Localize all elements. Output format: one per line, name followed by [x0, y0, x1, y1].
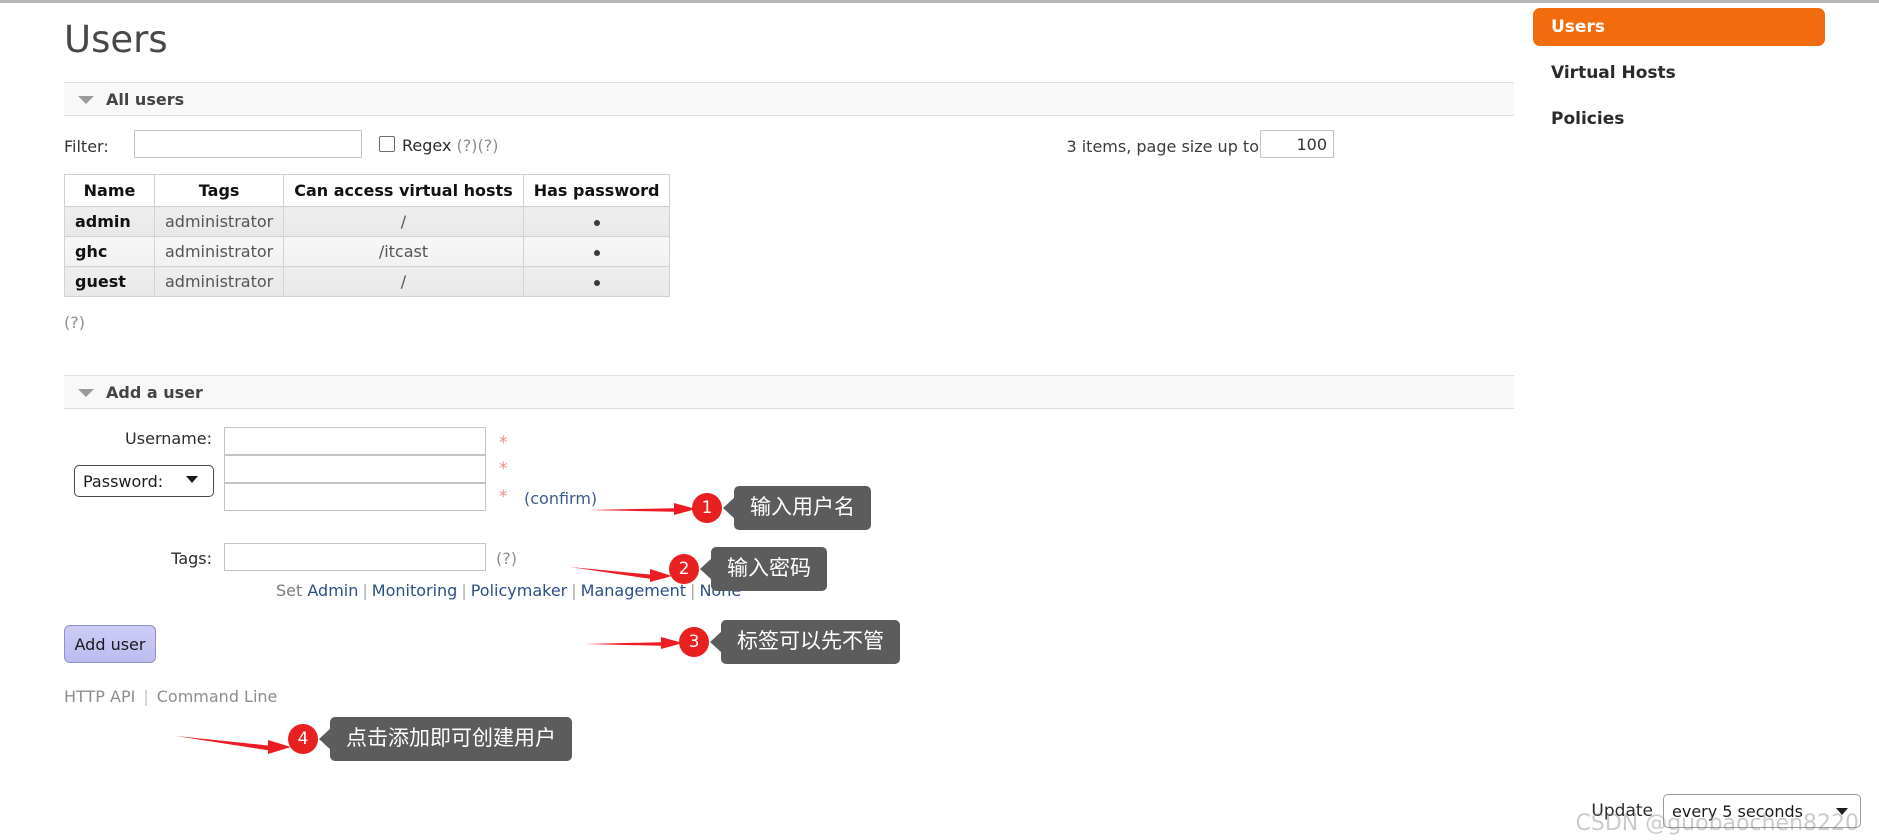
annotation-text: 点击添加即可创建用户	[330, 717, 572, 761]
annotation-number: 4	[288, 724, 318, 754]
tag-set-word: Set	[276, 581, 303, 600]
page-title: Users	[64, 18, 168, 61]
password-confirm-text: (confirm)	[524, 489, 598, 508]
column-header-vhosts[interactable]: Can access virtual hosts	[283, 174, 524, 207]
column-header-tags[interactable]: Tags	[153, 174, 285, 207]
cell-user-name[interactable]: guest	[64, 266, 155, 297]
username-required-marker: *	[499, 433, 508, 453]
cell-user-has-password	[522, 266, 671, 297]
cell-user-name[interactable]: ghc	[64, 236, 155, 267]
tags-help-marker[interactable]: (?)	[496, 549, 517, 568]
section-header-all-users[interactable]: All users	[64, 82, 1514, 116]
section-header-add-user[interactable]: Add a user	[64, 375, 1514, 409]
password-required-marker: *	[499, 459, 508, 479]
cell-user-vhosts: /itcast	[283, 236, 524, 267]
password-confirm-input[interactable]	[224, 483, 486, 511]
update-interval-value: every 5 seconds	[1672, 801, 1803, 821]
section-header-all-users-label: All users	[106, 89, 185, 109]
chevron-down-icon	[1836, 808, 1848, 815]
sidebar-nav: Users Virtual Hosts Policies	[1533, 8, 1833, 146]
table-row[interactable]: admin administrator /	[64, 206, 671, 237]
annotation-arrow-icon	[176, 733, 294, 754]
update-interval-select[interactable]: every 5 seconds	[1663, 794, 1861, 828]
cell-user-vhosts: /	[283, 206, 524, 237]
section-header-add-user-label: Add a user	[106, 382, 203, 402]
tag-link-monitoring[interactable]: Monitoring	[372, 581, 458, 600]
username-label: Username:	[125, 429, 212, 448]
column-header-name[interactable]: Name	[64, 174, 155, 207]
has-password-dot-icon	[593, 279, 600, 286]
password-confirm-required-marker: *	[499, 487, 508, 507]
update-label: Update	[1591, 801, 1653, 821]
tag-link-management[interactable]: Management	[581, 581, 686, 600]
collapse-triangle-icon[interactable]	[78, 389, 94, 397]
filter-row: Filter: Regex (?)(?) 3 items, page size …	[64, 124, 1514, 170]
table-header-row: Name Tags Can access virtual hosts Has p…	[64, 174, 671, 207]
footer-links: HTTP API | Command Line	[64, 673, 1514, 713]
table-row[interactable]: ghc administrator /itcast	[64, 236, 671, 267]
cell-user-name[interactable]: admin	[64, 206, 155, 237]
cell-user-tags: administrator	[153, 206, 285, 237]
regex-label: Regex (?)(?)	[402, 136, 499, 155]
main-content: Users All users Filter: Regex (?)(?) 3 i…	[64, 0, 1514, 713]
tag-link-admin[interactable]: Admin	[307, 581, 358, 600]
tags-input[interactable]	[224, 543, 486, 571]
cell-user-tags: administrator	[153, 236, 285, 267]
username-input[interactable]	[224, 427, 486, 455]
collapse-triangle-icon[interactable]	[78, 96, 94, 104]
form-row-password: Password: * * (confirm)	[64, 455, 1514, 545]
add-user-button[interactable]: Add user	[64, 625, 156, 663]
cell-user-tags: administrator	[153, 266, 285, 297]
password-type-select[interactable]: Password:	[74, 465, 214, 497]
has-password-dot-icon	[593, 249, 600, 256]
sidebar-item-virtual-hosts[interactable]: Virtual Hosts	[1533, 54, 1833, 92]
table-row[interactable]: guest administrator /	[64, 266, 671, 297]
filter-input[interactable]	[134, 130, 362, 158]
footer-links-inner: HTTP API | Command Line	[64, 687, 278, 706]
tag-link-policymaker[interactable]: Policymaker	[471, 581, 568, 600]
items-summary: 3 items, page size up to	[1066, 137, 1259, 156]
users-table: Name Tags Can access virtual hosts Has p…	[64, 174, 671, 297]
table-help-marker[interactable]: (?)	[64, 313, 1514, 332]
cell-user-has-password	[522, 206, 671, 237]
update-bar: Update every 5 seconds	[1591, 794, 1861, 828]
password-input[interactable]	[224, 455, 486, 483]
footer-link-command-line[interactable]: Command Line	[157, 687, 278, 706]
annotation-4: 4 点击添加即可创建用户	[176, 717, 572, 761]
sidebar-item-policies[interactable]: Policies	[1533, 100, 1833, 138]
page-size-input[interactable]	[1260, 130, 1334, 158]
column-header-has-password[interactable]: Has password	[522, 174, 671, 207]
form-row-tags: Tags: (?) Set Admin | Monitoring | Policymak…	[64, 543, 1514, 611]
add-user-form: Username: * Password: * * (confirm) Tags…	[64, 421, 1514, 713]
tag-link-none[interactable]: None	[699, 581, 741, 600]
filter-label: Filter:	[64, 137, 109, 156]
has-password-dot-icon	[593, 219, 600, 226]
tag-preset-links: Set Admin | Monitoring | Policymaker | Managem…	[276, 581, 742, 600]
regex-checkbox[interactable]	[379, 136, 395, 152]
sidebar-item-users[interactable]: Users	[1533, 8, 1825, 46]
tags-label: Tags:	[171, 549, 212, 568]
cell-user-vhosts: /	[283, 266, 524, 297]
footer-link-http-api[interactable]: HTTP API	[64, 687, 135, 706]
page-root: Users All users Filter: Regex (?)(?) 3 i…	[0, 0, 1879, 840]
cell-user-has-password	[522, 236, 671, 267]
form-row-submit: Add user	[64, 611, 1514, 673]
